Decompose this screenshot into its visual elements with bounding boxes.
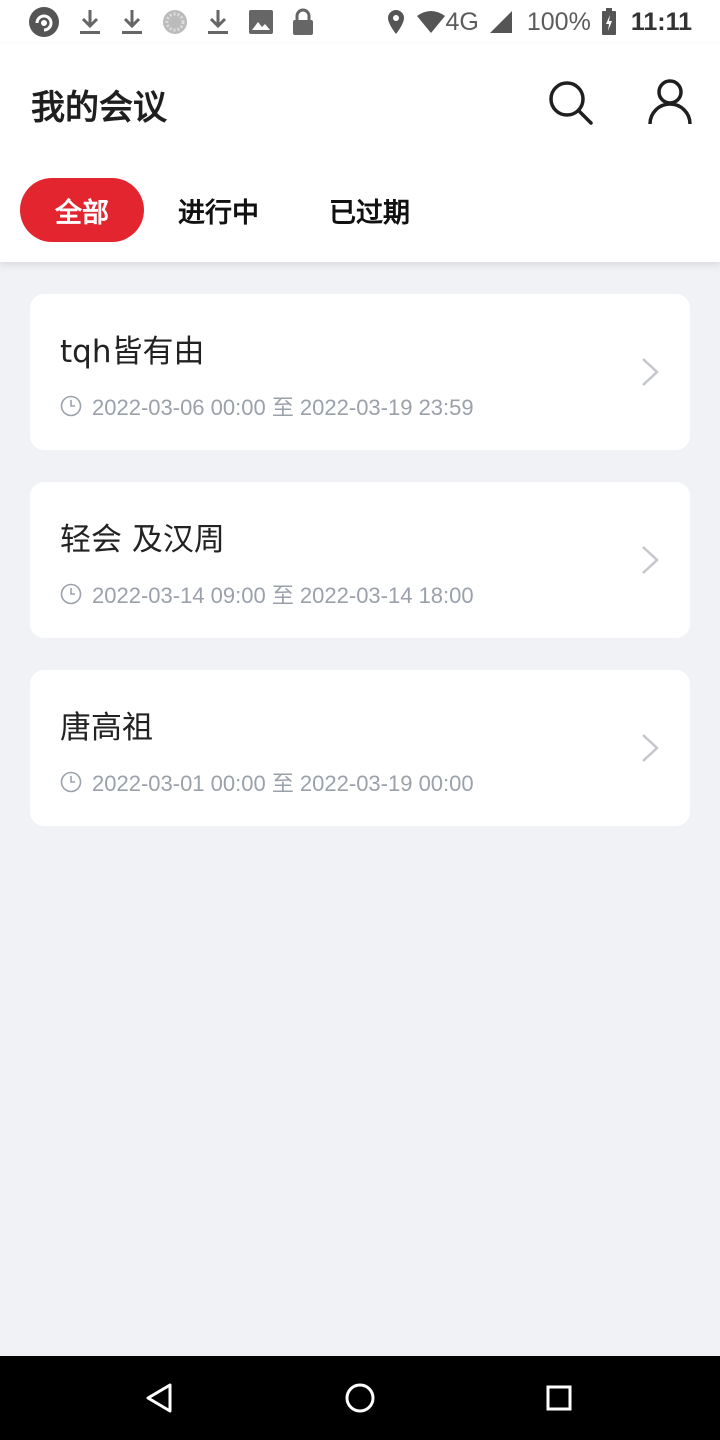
meeting-time-row: 2022-03-14 09:00 至 2022-03-14 18:00: [60, 578, 474, 610]
recent-apps-button[interactable]: [541, 1380, 577, 1416]
image-icon: [248, 9, 274, 35]
app-header: 我的会议 全部 进行中 已过期: [0, 44, 720, 262]
battery-icon: [601, 8, 617, 36]
filter-tabs: 全部 进行中 已过期: [20, 178, 410, 242]
download-icon: [78, 8, 102, 36]
meeting-card[interactable]: 轻会 及汉周 2022-03-14 09:00 至 2022-03-14 18:…: [30, 482, 690, 638]
meeting-card[interactable]: tqh皆有由 2022-03-06 00:00 至 2022-03-19 23:…: [30, 294, 690, 450]
status-right-icons: 4G 100% 11:11: [376, 7, 692, 37]
meeting-card[interactable]: 唐高祖 2022-03-01 00:00 至 2022-03-19 00:00: [30, 670, 690, 826]
clock-icon: [60, 771, 82, 793]
search-button[interactable]: [546, 78, 594, 126]
meeting-time-row: 2022-03-01 00:00 至 2022-03-19 00:00: [60, 766, 474, 798]
download-icon: [120, 8, 144, 36]
loading-icon: [162, 9, 188, 35]
back-button[interactable]: [142, 1380, 178, 1416]
clock: 11:11: [630, 7, 692, 36]
tab-all[interactable]: 全部: [20, 178, 144, 242]
clock-icon: [60, 395, 82, 417]
back-icon: [146, 1383, 172, 1413]
search-icon: [549, 81, 593, 125]
meeting-list: tqh皆有由 2022-03-06 00:00 至 2022-03-19 23:…: [30, 294, 690, 858]
status-bar: 4G 100% 11:11: [0, 0, 720, 44]
page-title: 我的会议: [31, 88, 167, 128]
meeting-time: 2022-03-14 09:00 至 2022-03-14 18:00: [92, 583, 474, 608]
meeting-time-row: 2022-03-06 00:00 至 2022-03-19 23:59: [60, 390, 474, 422]
meeting-time: 2022-03-01 00:00 至 2022-03-19 00:00: [92, 771, 474, 796]
meeting-title: tqh皆有由: [60, 334, 205, 370]
download-icon: [206, 8, 230, 36]
chevron-right-icon: [642, 734, 659, 762]
battery-percent: 100%: [526, 7, 591, 36]
home-icon: [345, 1383, 375, 1413]
chevron-right-icon: [642, 358, 659, 386]
location-icon: [386, 9, 406, 35]
lock-icon: [292, 8, 314, 36]
status-left-icons: [28, 6, 332, 38]
tab-in-progress[interactable]: 进行中: [178, 178, 259, 242]
meeting-time: 2022-03-06 00:00 至 2022-03-19 23:59: [92, 395, 474, 420]
profile-button[interactable]: [646, 78, 694, 126]
user-icon: [648, 79, 692, 125]
chevron-right-icon: [642, 546, 659, 574]
signal-icon: [489, 10, 513, 34]
navigation-bar: [0, 1356, 720, 1440]
recent-apps-icon: [546, 1385, 572, 1411]
home-button[interactable]: [342, 1380, 378, 1416]
meeting-title: 轻会 及汉周: [60, 522, 225, 558]
network-type: 4G: [445, 7, 479, 36]
tab-expired[interactable]: 已过期: [329, 178, 410, 242]
app-icon: [28, 6, 60, 38]
clock-icon: [60, 583, 82, 605]
wifi-icon: [416, 10, 446, 34]
meeting-title: 唐高祖: [60, 710, 153, 746]
